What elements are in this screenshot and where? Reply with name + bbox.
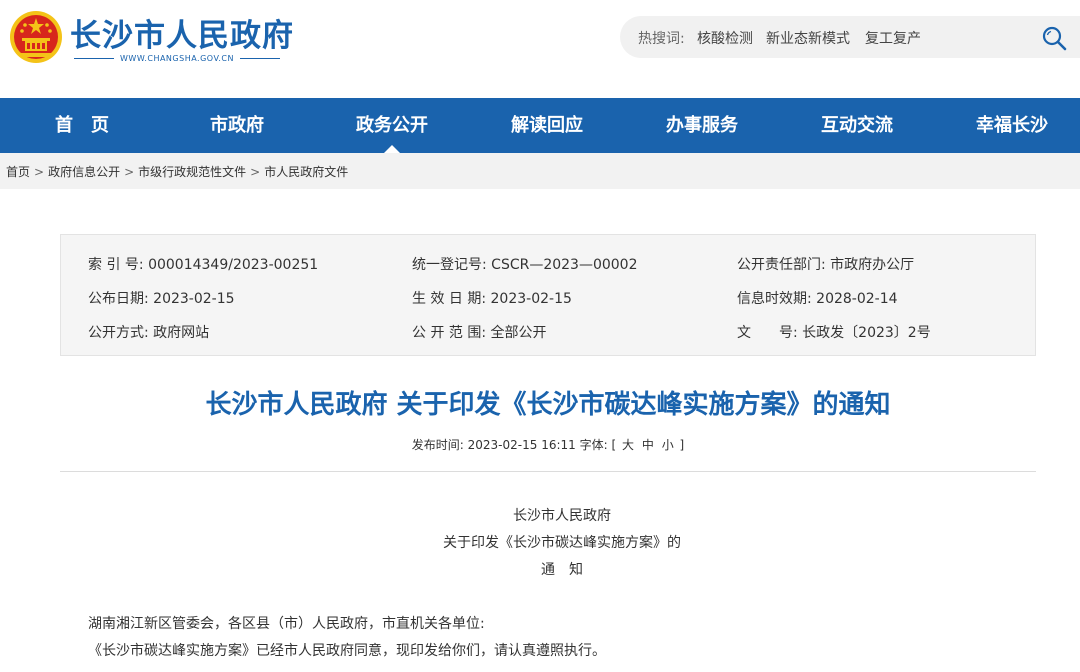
nav-item-interaction[interactable]: 互动交流	[821, 98, 893, 153]
font-size-medium-button[interactable]: 中	[640, 438, 656, 452]
meta-scope: 公 开 范 围: 全部公开	[412, 325, 547, 341]
publish-info: 发布时间: 2023-02-15 16:11 字体: [ 大 中 小 ]	[0, 436, 1080, 453]
search-icon[interactable]	[1040, 24, 1068, 52]
breadcrumb-separator: >	[124, 165, 135, 179]
breadcrumb-separator: >	[34, 165, 45, 179]
breadcrumb-link[interactable]: 政府信息公开	[48, 165, 120, 179]
site-domain-text: WWW.CHANGSHA.GOV.CN	[120, 53, 234, 63]
meta-department: 公开责任部门: 市政府办公厅	[737, 257, 915, 273]
domain-rule-right	[240, 57, 280, 59]
publish-time-value: 2023-02-15 16:11	[467, 438, 576, 452]
hot-search-item[interactable]: 新业态新模式	[766, 28, 850, 48]
breadcrumb-link[interactable]: 市人民政府文件	[264, 165, 348, 179]
nav-item-happy-changsha[interactable]: 幸福长沙	[976, 98, 1048, 153]
hot-search-item[interactable]: 复工复产	[865, 28, 921, 48]
meta-index-no: 索 引 号: 000014349/2023-00251	[88, 257, 319, 273]
font-size-label: 字体:	[579, 438, 608, 452]
font-size-bracket-close: ]	[679, 438, 685, 452]
page-title: 长沙市人民政府 关于印发《长沙市碳达峰实施方案》的通知	[205, 390, 891, 420]
meta-publish-method: 公开方式: 政府网站	[88, 325, 210, 341]
nav-item-services[interactable]: 办事服务	[666, 98, 738, 153]
notice-heading-line: 通 知	[541, 562, 583, 578]
site-header: 长沙市人民政府 WWW.CHANGSHA.GOV.CN 热搜词: 核酸检测 新业…	[0, 0, 1080, 98]
document-meta-box: 索 引 号: 000014349/2023-00251 统一登记号: CSCR—…	[60, 234, 1036, 356]
breadcrumb: 首页 > 政府信息公开 > 市级行政规范性文件 > 市人民政府文件	[6, 163, 348, 180]
meta-publish-date: 公布日期: 2023-02-15	[88, 291, 235, 307]
title-divider	[60, 471, 1036, 472]
site-name[interactable]: 长沙市人民政府	[70, 10, 294, 55]
hot-search-item[interactable]: 核酸检测	[697, 28, 753, 48]
meta-registration-no: 统一登记号: CSCR—2023—00002	[412, 257, 638, 273]
publish-time-label: 发布时间:	[411, 438, 464, 452]
nav-item-government[interactable]: 市政府	[210, 98, 264, 153]
nav-active-indicator	[384, 145, 400, 153]
meta-expiry: 信息时效期: 2028-02-14	[737, 291, 898, 307]
domain-rule-left	[74, 57, 114, 59]
breadcrumb-link[interactable]: 市级行政规范性文件	[138, 165, 246, 179]
breadcrumb-bar: 首页 > 政府信息公开 > 市级行政规范性文件 > 市人民政府文件	[0, 153, 1080, 189]
site-domain: WWW.CHANGSHA.GOV.CN	[74, 52, 280, 64]
article-paragraph: 《长沙市碳达峰实施方案》已经市人民政府同意，现印发给你们，请认真遵照执行。	[88, 643, 606, 659]
font-size-small-button[interactable]: 小	[660, 438, 676, 452]
meta-effective-date: 生 效 日 期: 2023-02-15	[412, 291, 572, 307]
notice-heading-line: 关于印发《长沙市碳达峰实施方案》的	[443, 535, 681, 551]
notice-heading-line: 长沙市人民政府	[513, 508, 611, 524]
font-size-large-button[interactable]: 大	[620, 438, 636, 452]
main-nav: 首 页 市政府 政务公开 解读回应 办事服务 互动交流 幸福长沙	[0, 98, 1080, 153]
search-box[interactable]: 热搜词: 核酸检测 新业态新模式 复工复产	[620, 16, 1080, 58]
font-size-bracket-open: [	[611, 438, 617, 452]
hot-search-label: 热搜词:	[638, 31, 685, 47]
breadcrumb-separator: >	[250, 165, 261, 179]
national-emblem-icon[interactable]	[8, 7, 64, 67]
nav-item-interpretation[interactable]: 解读回应	[511, 98, 583, 153]
meta-document-no: 文 号: 长政发〔2023〕2号	[737, 325, 931, 341]
nav-item-home[interactable]: 首 页	[55, 98, 109, 153]
article-paragraph: 湖南湘江新区管委会，各区县（市）人民政府，市直机关各单位:	[88, 616, 485, 632]
breadcrumb-link[interactable]: 首页	[6, 165, 30, 179]
